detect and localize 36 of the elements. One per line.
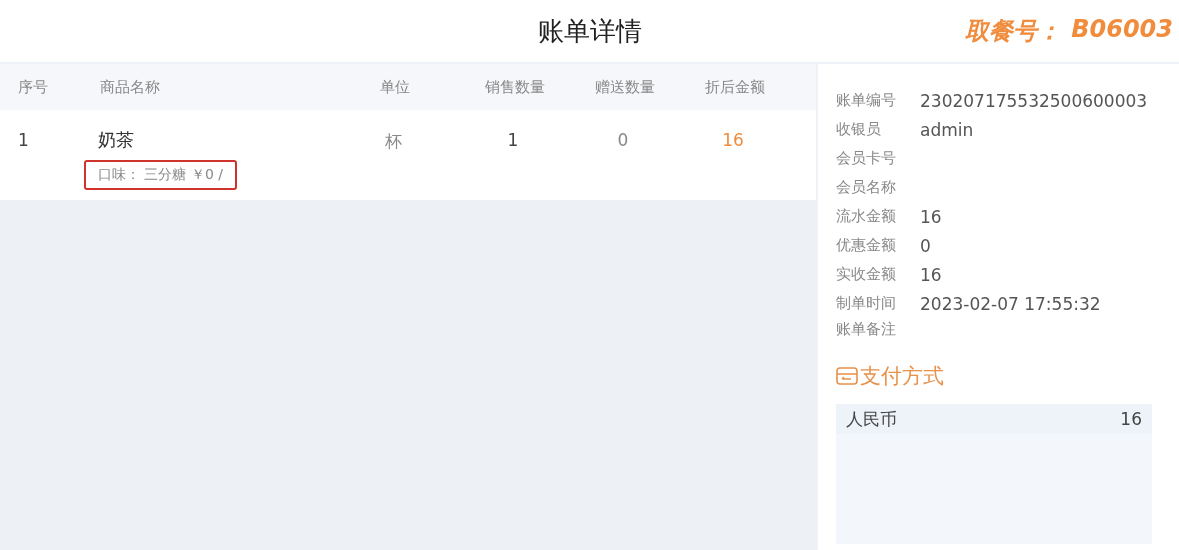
column-header: 赠送数量 bbox=[594, 77, 656, 97]
table-cell-text: 0 bbox=[616, 130, 630, 150]
table-cell-text: 1 bbox=[506, 130, 520, 150]
field-label: 账单编号 bbox=[836, 91, 897, 110]
field-value: 16 bbox=[920, 264, 942, 285]
column-header: 序号 bbox=[17, 77, 49, 97]
field-value: 2023-02-07 17:55:32 bbox=[920, 293, 1101, 314]
pickup-number: B06003 bbox=[1071, 15, 1173, 45]
section-title: 支付方式 bbox=[860, 363, 944, 390]
product-options: 口味： 三分糖 ￥0 / bbox=[84, 160, 237, 190]
column-header: 商品名称 bbox=[99, 77, 161, 97]
table-cell-text: 1 bbox=[17, 130, 30, 150]
field-label: 会员名称 bbox=[836, 178, 897, 197]
field-label: 流水金额 bbox=[836, 207, 897, 226]
card-icon bbox=[836, 366, 858, 386]
column-header: 销售数量 bbox=[484, 77, 546, 97]
product-name: 奶茶 bbox=[98, 128, 134, 152]
payment-method: 人民币 bbox=[846, 407, 897, 431]
field-label: 制单时间 bbox=[836, 294, 897, 313]
field-label: 优惠金额 bbox=[836, 236, 897, 255]
field-value: 0 bbox=[920, 235, 931, 256]
column-header: 单位 bbox=[379, 77, 411, 97]
table-cell-text: 杯 bbox=[383, 130, 403, 153]
table-row[interactable]: 1 奶茶 口味： 三分糖 ￥0 / 杯 1 0 16 bbox=[0, 110, 816, 200]
field-label: 账单备注 bbox=[836, 319, 897, 339]
field-value: 230207175532500600003 bbox=[920, 90, 1148, 111]
column-header: 折后金额 bbox=[704, 77, 766, 97]
payment-amount: 16 bbox=[1120, 409, 1142, 429]
field-label: 收银员 bbox=[836, 120, 882, 139]
field-label: 实收金额 bbox=[836, 265, 897, 284]
table-cell-text: 16 bbox=[721, 130, 745, 150]
page-title: 账单详情 bbox=[537, 14, 642, 48]
field-label: 会员卡号 bbox=[836, 149, 897, 168]
field-value: admin bbox=[920, 119, 974, 140]
pickup-label: 取餐号： bbox=[965, 16, 1062, 47]
field-value: 16 bbox=[920, 206, 942, 227]
